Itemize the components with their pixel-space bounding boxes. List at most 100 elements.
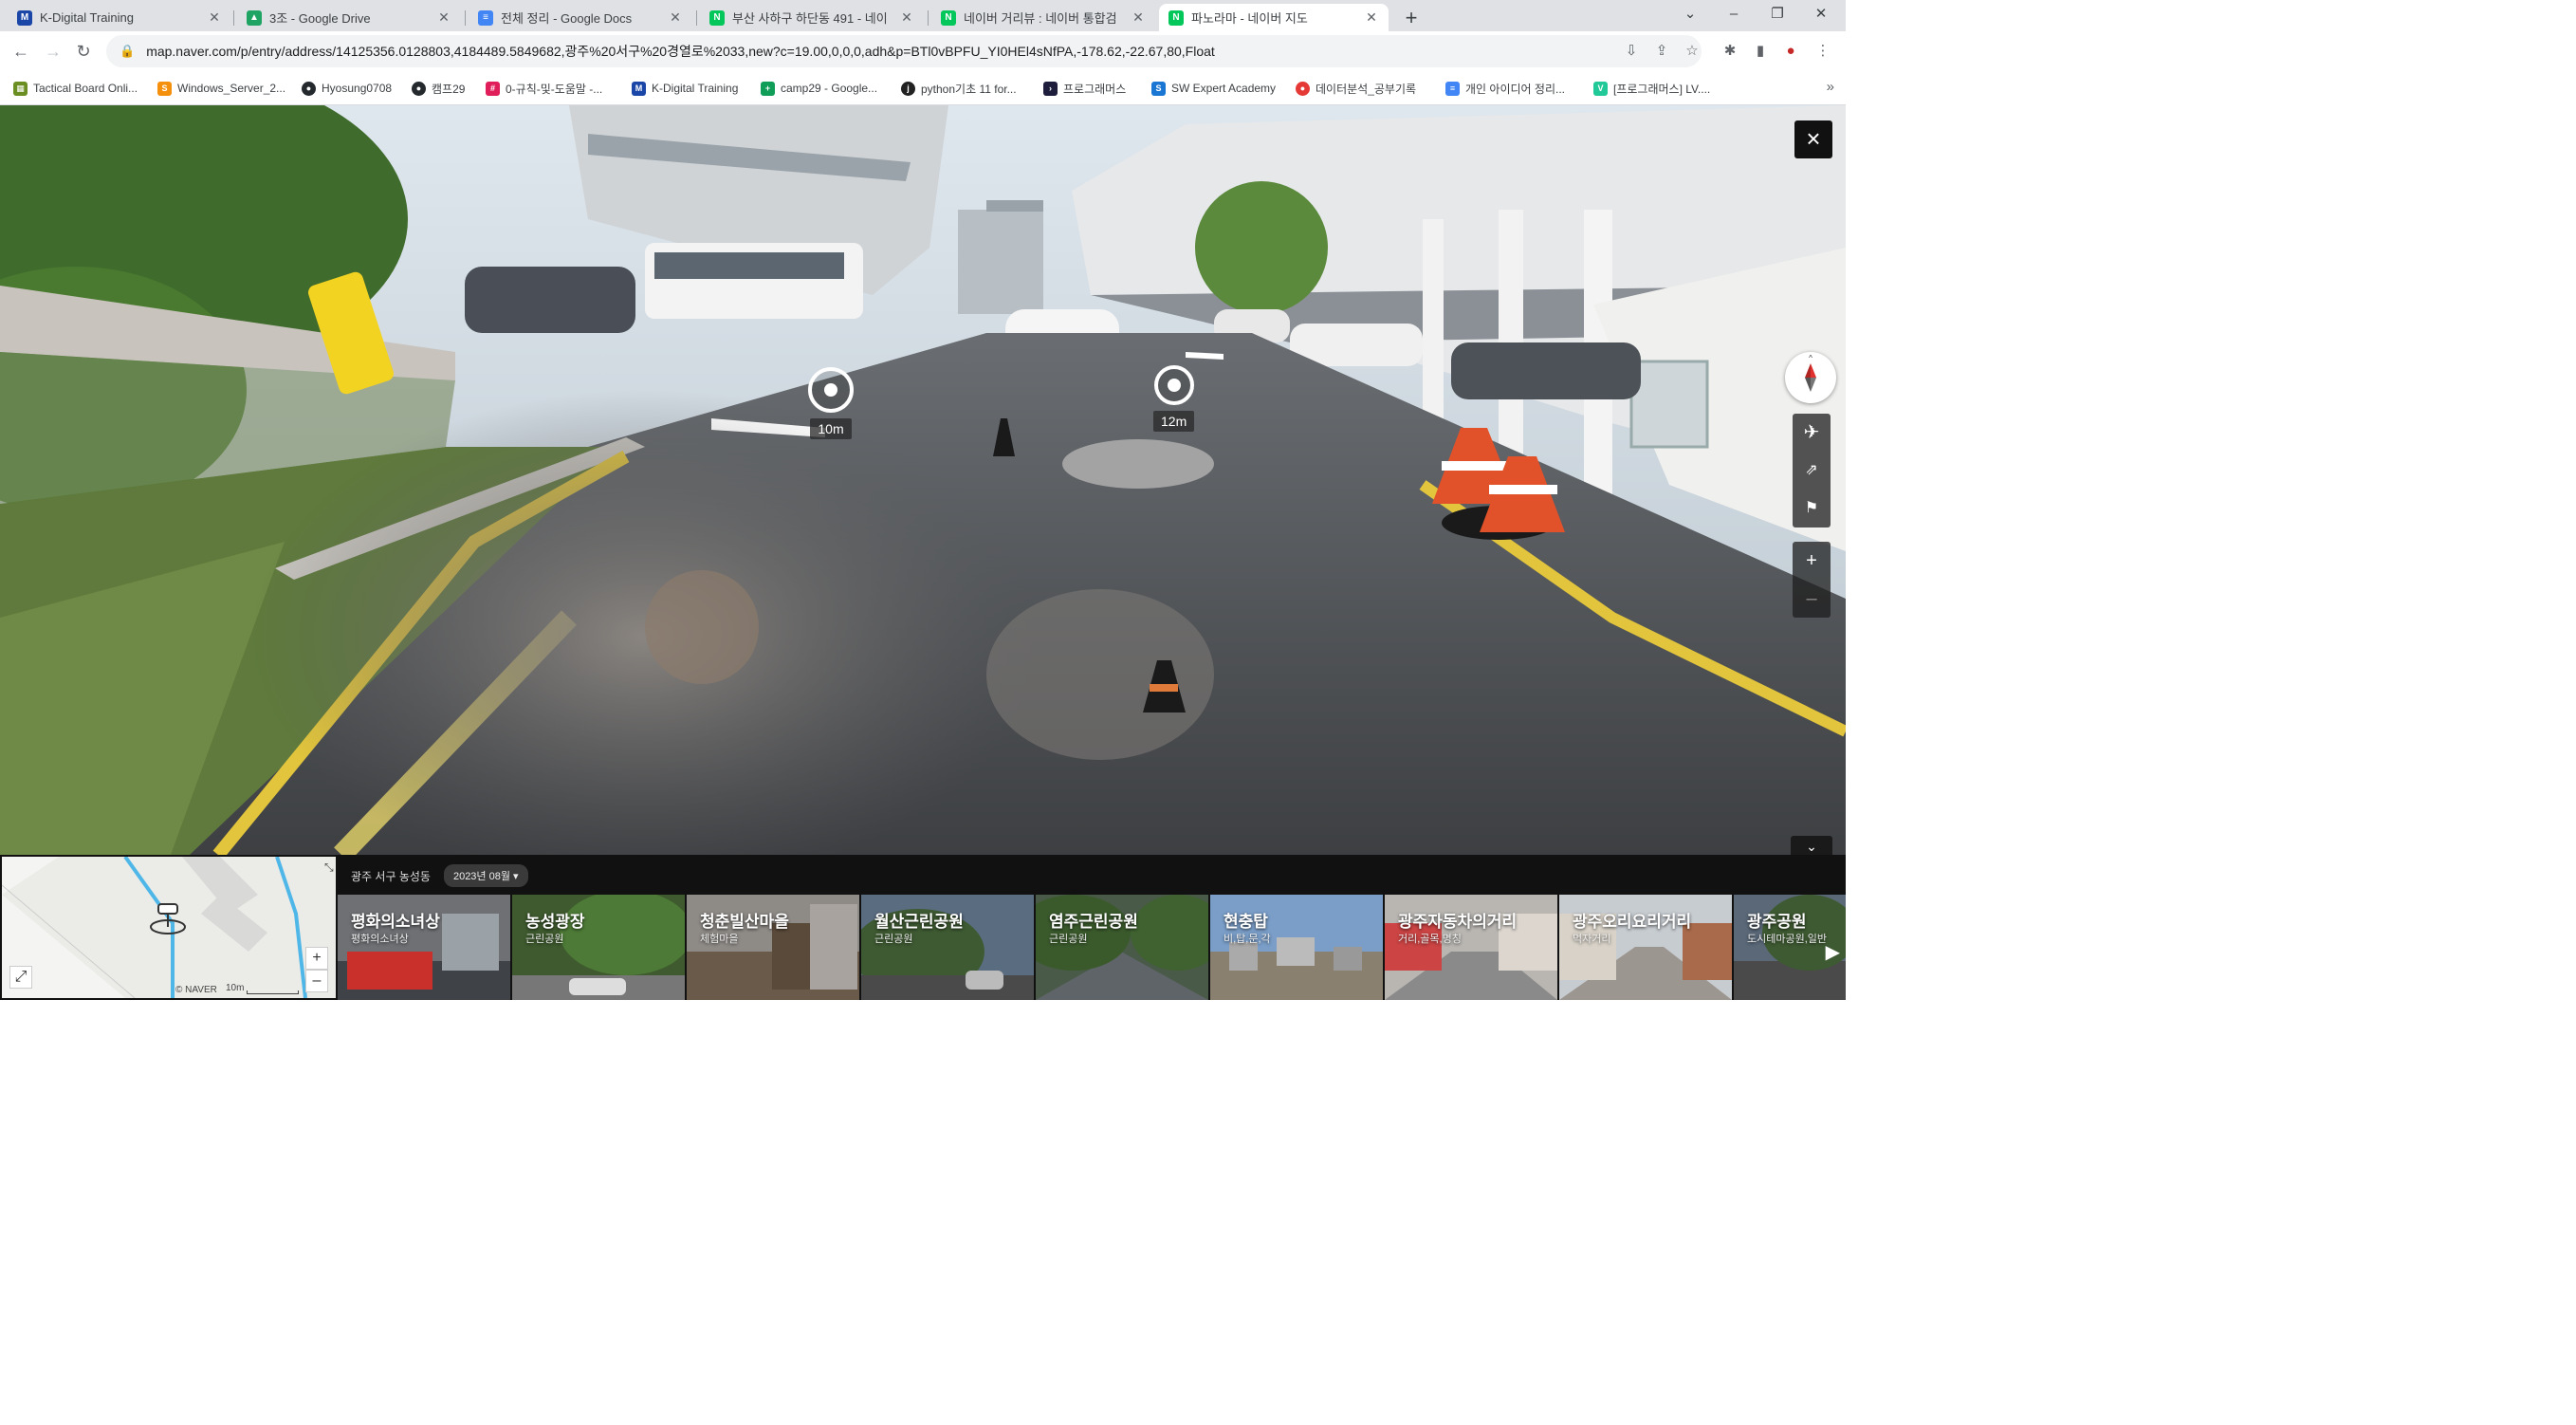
tab-title: 전체 정리 - Google Docs (501, 11, 633, 26)
place-card[interactable]: 광주공원 도시테마공원,일반 ▶ (1734, 895, 1846, 1000)
zoom-in-icon[interactable]: + (1793, 542, 1831, 580)
place-category: 평화의소녀상 (351, 934, 409, 945)
window-close-icon[interactable]: ✕ (1800, 0, 1842, 28)
bookmark-star-icon[interactable]: ☆ (1679, 38, 1705, 65)
map-brand: © NAVER (175, 985, 217, 995)
report-icon[interactable]: ⚑ (1793, 490, 1831, 527)
share-icon[interactable]: ⇗ (1793, 452, 1831, 490)
place-title: 농성광장 (525, 913, 585, 931)
bookmark[interactable]: S SW Expert Academy (1151, 77, 1276, 100)
place-card[interactable]: 농성광장 근린공원 (512, 895, 685, 1000)
address-bar[interactable]: 🔒 map.naver.com/p/entry/address/14125356… (106, 35, 1702, 67)
bookmark[interactable]: ▦ Tactical Board Onli... (13, 77, 138, 100)
profile-icon[interactable]: ● (1777, 38, 1804, 65)
tab-title: 파노라마 - 네이버 지도 (1191, 11, 1308, 26)
minimap-resize-icon[interactable]: ⤡ (324, 861, 334, 875)
place-category: 먹자거리 (1573, 934, 1611, 945)
bookmarks-bar: ▦ Tactical Board Onli... S Windows_Server_… (0, 71, 1846, 105)
zoom-out-icon[interactable]: – (1793, 580, 1831, 618)
scroll-right-icon[interactable]: ▶ (1826, 940, 1840, 964)
bookmark[interactable]: › 프로그래머스 (1043, 77, 1126, 100)
tab-close-icon[interactable]: ✕ (668, 9, 683, 26)
map-scale: 10m (226, 983, 245, 993)
bookmark[interactable]: j python기초 11 for... (901, 77, 1017, 100)
bookmark[interactable]: ≡ 개인 아이디어 정리... (1445, 77, 1565, 100)
menu-kebab-icon[interactable]: ⋮ (1810, 38, 1836, 65)
place-card[interactable]: 광주오리요리거리 먹자거리 (1559, 895, 1732, 1000)
bookmark[interactable]: ● 데이터분석_공부기록 (1296, 77, 1416, 100)
record-icon: ● (1296, 81, 1310, 96)
minimap-image[interactable] (2, 857, 336, 998)
tab-close-icon[interactable]: ✕ (899, 9, 914, 26)
date-selector[interactable]: 2023년 08월 ▾ (443, 864, 528, 887)
google-sheets-icon: + (761, 81, 775, 96)
tab-active[interactable]: N 파노라마 - 네이버 지도 ✕ (1159, 4, 1389, 31)
place-card[interactable]: 현충탑 비,탑,문,각 (1210, 895, 1383, 1000)
bookmark-label: Hyosung0708 (322, 82, 393, 95)
tab-close-icon[interactable]: ✕ (436, 9, 451, 26)
bookmark-label: SW Expert Academy (1171, 82, 1277, 95)
bookmark[interactable]: M K-Digital Training (632, 77, 738, 100)
minimize-icon[interactable]: – (1713, 0, 1755, 28)
compass-icon[interactable]: ^ (1785, 352, 1836, 403)
tab-close-icon[interactable]: ✕ (1364, 9, 1379, 26)
street-view-image[interactable] (0, 105, 1846, 855)
url-text[interactable]: map.naver.com/p/entry/address/14125356.0… (146, 42, 1215, 61)
airplane-icon[interactable]: ✈ (1793, 414, 1831, 452)
restore-icon[interactable]: ❐ (1757, 0, 1798, 28)
new-tab-button[interactable]: + (1398, 5, 1425, 31)
back-icon[interactable]: ← (8, 38, 34, 65)
bookmarks-overflow-icon[interactable]: » (1827, 79, 1834, 95)
place-card[interactable]: 광주자동차의거리 거리,골목,명칭 (1385, 895, 1557, 1000)
bookmark[interactable]: #0-규칙-및-도움말 -... (486, 77, 602, 100)
bookmark[interactable]: + camp29 - Google... (761, 77, 877, 100)
place-card[interactable]: 청춘빌산마을 체험마을 (687, 895, 859, 1000)
minimap[interactable]: ⤢ + – © NAVER 10m ⤡ (2, 857, 336, 998)
bookmark[interactable]: ● 캠프29 (412, 77, 465, 100)
close-panorama-button[interactable]: × (1794, 120, 1832, 158)
zoom-controls: + – (1793, 542, 1831, 618)
hotspot-marker[interactable]: 10m (808, 367, 854, 439)
side-panel-icon[interactable]: ▮ (1747, 38, 1774, 65)
bookmark[interactable]: V [프로그래머스] LV.... (1593, 77, 1710, 100)
place-card[interactable]: 염주근린공원 근린공원 (1036, 895, 1208, 1000)
panorama-viewer[interactable]: × 10m 12m ^ ✈ ⇗ ⚑ + – ⌄ (0, 105, 1846, 855)
tab[interactable]: ≡ 전체 정리 - Google Docs ✕ (469, 4, 692, 31)
google-docs-icon: ≡ (478, 9, 493, 26)
tab[interactable]: M K-Digital Training ✕ (8, 4, 231, 31)
tab-close-icon[interactable]: ✕ (207, 9, 222, 26)
place-card[interactable]: 월산근린공원 근린공원 (861, 895, 1034, 1000)
place-title: 월산근린공원 (874, 913, 964, 931)
install-app-icon[interactable]: ⇩ (1618, 38, 1645, 65)
bookmark[interactable]: S Windows_Server_2... (157, 77, 285, 100)
tab[interactable]: N 네이버 거리뷰 : 네이버 통합검 ✕ (931, 4, 1155, 31)
bookmark[interactable]: ● Hyosung0708 (302, 77, 392, 100)
hotspot-marker[interactable]: 12m (1153, 365, 1195, 432)
tab-close-icon[interactable]: ✕ (1131, 9, 1146, 26)
forward-icon[interactable]: → (40, 38, 66, 65)
slack-icon: # (486, 81, 500, 96)
tab[interactable]: N 부산 사하구 하단동 491 - 네이 ✕ (700, 4, 924, 31)
reload-icon[interactable]: ↻ (70, 38, 97, 65)
lock-icon[interactable]: 🔒 (120, 44, 135, 59)
windows-server-icon: S (157, 81, 172, 96)
bookmark-label: Windows_Server_2... (177, 82, 286, 95)
expand-map-icon[interactable]: ⤢ (9, 966, 32, 989)
place-category: 체험마을 (700, 934, 739, 945)
region-name: 광주 서구 농성동 (351, 869, 431, 883)
naver-map-icon: N (709, 9, 725, 26)
extensions-icon[interactable]: ✱ (1717, 38, 1743, 65)
place-card[interactable]: 평화의소녀상 평화의소녀상 (338, 895, 510, 1000)
minimap-zoom-out-icon[interactable]: – (305, 970, 328, 992)
tab-search-icon[interactable]: ⌄ (1669, 0, 1711, 28)
tab-title: 3조 - Google Drive (269, 11, 371, 26)
bookmark-label: 개인 아이디어 정리... (1465, 82, 1565, 96)
minimap-zoom-in-icon[interactable]: + (305, 947, 328, 970)
browser-window: M K-Digital Training ✕ ▲ 3조 - Google Dri… (0, 0, 2576, 1425)
tab-title: K-Digital Training (40, 10, 134, 25)
chevron-down-icon[interactable]: ⌄ (1791, 836, 1832, 855)
place-category: 비,탑,문,각 (1224, 934, 1271, 945)
tab[interactable]: ▲ 3조 - Google Drive ✕ (237, 4, 461, 31)
share-page-icon[interactable]: ⇪ (1648, 38, 1675, 65)
naver-icon: N (941, 9, 956, 26)
